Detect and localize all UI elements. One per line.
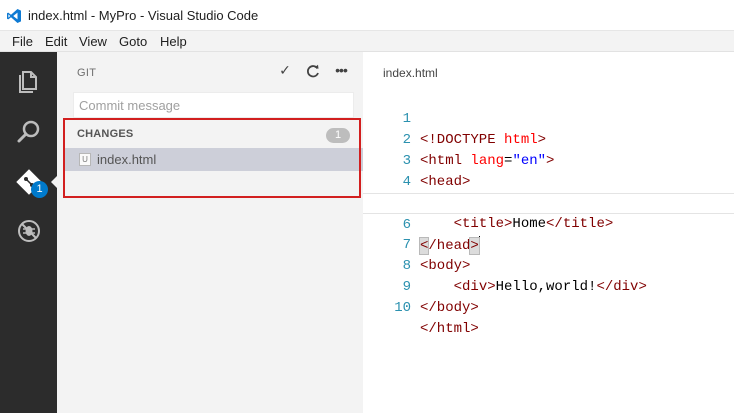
explorer-icon[interactable] bbox=[14, 66, 44, 96]
git-changes-badge: 1 bbox=[31, 181, 48, 198]
code-line: 9 </body> bbox=[363, 256, 734, 316]
git-panel-title: GIT bbox=[77, 67, 97, 79]
git-sidebar: GIT ✓ ••• CHANGES 1 U index.html bbox=[57, 52, 363, 413]
code-line: 8 <div>Hello,world!</div> bbox=[363, 235, 734, 295]
menu-bar: File Edit View Goto Help bbox=[0, 31, 734, 52]
vscode-logo-icon bbox=[7, 9, 21, 23]
menu-edit[interactable]: Edit bbox=[45, 34, 67, 49]
refresh-icon[interactable] bbox=[305, 63, 321, 79]
debug-icon[interactable] bbox=[14, 216, 44, 246]
code-line: 1 <!DOCTYPE html> bbox=[363, 88, 734, 148]
editor-tab-title[interactable]: index.html bbox=[383, 66, 438, 80]
code-line: 2 <html lang="en"> bbox=[363, 109, 734, 169]
code-line: 3 <head> bbox=[363, 130, 734, 190]
code-line: 4 <meta charset="UTF-8"> bbox=[363, 151, 734, 211]
code-line: 5 <title>Home</title> bbox=[363, 172, 734, 232]
editor[interactable]: index.html 1 <!DOCTYPE html> 2 <html lan… bbox=[363, 52, 734, 413]
commit-check-icon[interactable]: ✓ bbox=[277, 62, 293, 82]
line-text: </html> bbox=[420, 321, 479, 337]
title-bar: index.html - MyPro - Visual Studio Code bbox=[0, 0, 734, 31]
code-line-current: 6 </head> bbox=[363, 193, 734, 255]
code-area[interactable]: 1 <!DOCTYPE html> 2 <html lang="en"> 3 <… bbox=[363, 88, 734, 337]
menu-goto[interactable]: Goto bbox=[119, 34, 147, 49]
menu-help[interactable]: Help bbox=[160, 34, 187, 49]
changes-count-badge: 1 bbox=[326, 128, 350, 143]
code-line: 10 </html> bbox=[363, 277, 734, 337]
line-text: </body> bbox=[420, 300, 479, 316]
changes-label: CHANGES bbox=[77, 128, 134, 140]
changes-section-header[interactable]: CHANGES 1 bbox=[63, 125, 363, 146]
changed-file-row[interactable]: U index.html bbox=[63, 148, 363, 171]
line-number: 10 bbox=[394, 300, 411, 316]
search-icon[interactable] bbox=[14, 117, 44, 147]
more-actions-icon[interactable]: ••• bbox=[332, 62, 350, 82]
menu-view[interactable]: View bbox=[79, 34, 107, 49]
untracked-status-icon: U bbox=[79, 153, 91, 166]
commit-message-input[interactable] bbox=[73, 92, 354, 118]
window-title: index.html - MyPro - Visual Studio Code bbox=[28, 8, 259, 23]
changed-file-name: index.html bbox=[97, 152, 157, 167]
activity-bar: 1 bbox=[0, 52, 57, 413]
code-line: 7 <body> bbox=[363, 214, 734, 274]
menu-file[interactable]: File bbox=[12, 34, 33, 49]
